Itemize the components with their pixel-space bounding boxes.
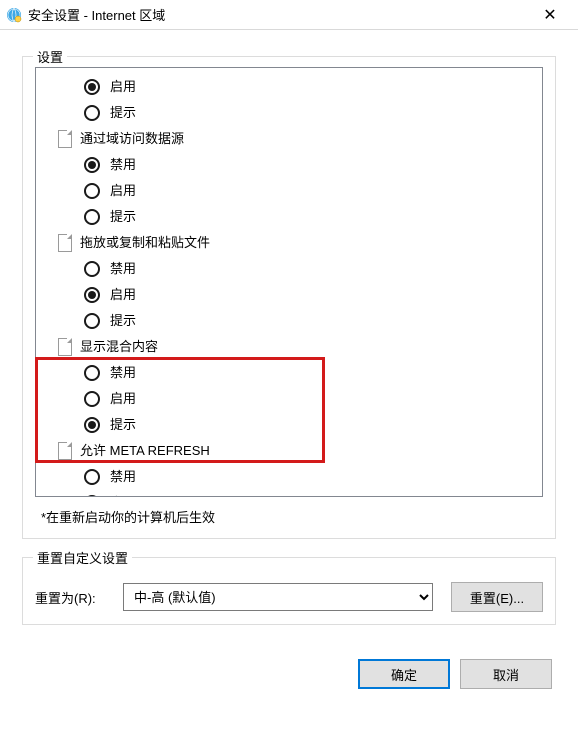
radio-icon[interactable] <box>84 157 100 173</box>
radio-icon[interactable] <box>84 183 100 199</box>
radio-icon[interactable] <box>84 391 100 407</box>
radio-option[interactable]: 启用 <box>42 490 538 496</box>
tree-item-label: 提示 <box>110 308 136 334</box>
radio-option[interactable]: 启用 <box>42 282 538 308</box>
settings-group-title: 设置 <box>33 47 67 66</box>
radio-icon[interactable] <box>84 365 100 381</box>
document-icon <box>58 338 72 356</box>
tree-item-label: 启用 <box>110 490 136 496</box>
settings-group: 设置 启用提示通过域访问数据源禁用启用提示拖放或复制和粘贴文件禁用启用提示显示混… <box>22 56 556 539</box>
radio-option[interactable]: 禁用 <box>42 464 538 490</box>
tree-item-label: 拖放或复制和粘贴文件 <box>80 230 210 256</box>
radio-option[interactable]: 提示 <box>42 100 538 126</box>
tree-item-label: 启用 <box>110 74 136 100</box>
radio-icon[interactable] <box>84 105 100 121</box>
dialog-footer: 确定 取消 <box>22 659 556 689</box>
tree-item-label: 禁用 <box>110 360 136 386</box>
radio-icon[interactable] <box>84 469 100 485</box>
tree-item-label: 提示 <box>110 204 136 230</box>
settings-tree-scroll[interactable]: 启用提示通过域访问数据源禁用启用提示拖放或复制和粘贴文件禁用启用提示显示混合内容… <box>36 68 542 496</box>
tree-category: 拖放或复制和粘贴文件 <box>42 230 538 256</box>
radio-option[interactable]: 启用 <box>42 178 538 204</box>
titlebar: 安全设置 - Internet 区域 ✕ <box>0 0 578 30</box>
reset-button[interactable]: 重置(E)... <box>451 582 543 612</box>
radio-icon[interactable] <box>84 313 100 329</box>
window-title: 安全设置 - Internet 区域 <box>28 5 530 24</box>
radio-icon[interactable] <box>84 417 100 433</box>
radio-icon[interactable] <box>84 209 100 225</box>
radio-option[interactable]: 启用 <box>42 74 538 100</box>
tree-category: 显示混合内容 <box>42 334 538 360</box>
settings-tree: 启用提示通过域访问数据源禁用启用提示拖放或复制和粘贴文件禁用启用提示显示混合内容… <box>35 67 543 497</box>
radio-icon[interactable] <box>84 287 100 303</box>
reset-group-title: 重置自定义设置 <box>33 548 132 567</box>
radio-option[interactable]: 启用 <box>42 386 538 412</box>
tree-item-label: 显示混合内容 <box>80 334 158 360</box>
radio-option[interactable]: 禁用 <box>42 256 538 282</box>
ok-button[interactable]: 确定 <box>358 659 450 689</box>
tree-item-label: 提示 <box>110 412 136 438</box>
restart-note: *在重新启动你的计算机后生效 <box>41 507 543 526</box>
tree-item-label: 启用 <box>110 178 136 204</box>
tree-item-label: 启用 <box>110 282 136 308</box>
radio-icon[interactable] <box>84 261 100 277</box>
radio-option[interactable]: 禁用 <box>42 360 538 386</box>
document-icon <box>58 234 72 252</box>
tree-item-label: 允许 META REFRESH <box>80 438 210 464</box>
tree-item-label: 禁用 <box>110 152 136 178</box>
tree-item-label: 启用 <box>110 386 136 412</box>
internet-options-icon <box>6 7 22 23</box>
radio-icon[interactable] <box>84 495 100 496</box>
tree-category: 允许 META REFRESH <box>42 438 538 464</box>
tree-category: 通过域访问数据源 <box>42 126 538 152</box>
document-icon <box>58 130 72 148</box>
document-icon <box>58 442 72 460</box>
tree-item-label: 通过域访问数据源 <box>80 126 184 152</box>
cancel-button[interactable]: 取消 <box>460 659 552 689</box>
radio-option[interactable]: 禁用 <box>42 152 538 178</box>
reset-label: 重置为(R): <box>35 588 105 607</box>
radio-option[interactable]: 提示 <box>42 204 538 230</box>
tree-item-label: 禁用 <box>110 464 136 490</box>
tree-item-label: 禁用 <box>110 256 136 282</box>
reset-level-select[interactable]: 中-高 (默认值) <box>123 583 433 611</box>
radio-option[interactable]: 提示 <box>42 412 538 438</box>
tree-item-label: 提示 <box>110 100 136 126</box>
radio-option[interactable]: 提示 <box>42 308 538 334</box>
close-button[interactable]: ✕ <box>530 5 570 25</box>
reset-group: 重置自定义设置 重置为(R): 中-高 (默认值) 重置(E)... <box>22 557 556 625</box>
radio-icon[interactable] <box>84 79 100 95</box>
